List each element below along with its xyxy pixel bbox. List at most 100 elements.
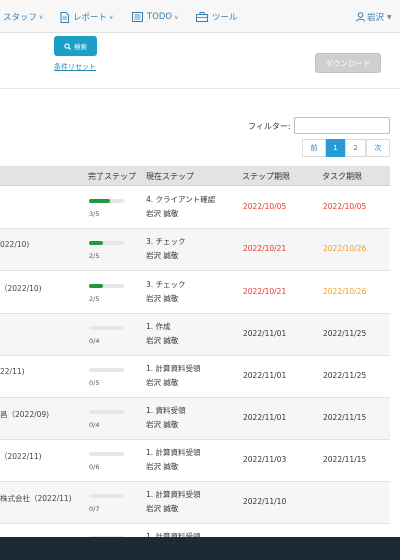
current-step-name[interactable]: 1. 計算資料受領 (146, 363, 201, 374)
header-done-steps[interactable]: 完了ステップ (88, 171, 136, 182)
assignee-name: 岩沢 誠敬 (146, 294, 179, 303)
step-progress-count: 0/7 (89, 505, 100, 513)
assignee-name: 岩沢 誠敬 (146, 462, 179, 471)
step-progress-bar (89, 284, 124, 288)
task-due-date: 2022/10/05 (323, 202, 367, 211)
task-due-date: 2022/10/26 (323, 287, 367, 296)
table-row[interactable]: 022/10) 2/5 3. チェック 岩沢 誠敬 2022/10/21 2022/10/… (0, 229, 390, 271)
client-name[interactable]: （2022/11) (0, 451, 42, 462)
current-step-name[interactable]: 1. 作成 (146, 321, 171, 332)
step-progress-fill (89, 284, 103, 288)
reset-conditions-link[interactable]: 条件リセット (54, 62, 96, 72)
current-step-name[interactable]: 1. 資料受領 (146, 405, 186, 416)
table-row[interactable]: 昌（2022/09) 0/4 1. 資料受領 岩沢 誠敬 2022/11/01 2022/… (0, 398, 390, 440)
nav-staff-label: スタッフ (3, 13, 38, 23)
nav-report-menu[interactable]: レポート ∨ (60, 10, 113, 24)
step-progress-bar (89, 199, 124, 203)
pagination-prev[interactable]: 前 (302, 139, 326, 157)
filter-input[interactable] (294, 117, 390, 134)
table-row[interactable]: （2022/10) 2/5 3. チェック 岩沢 誠敬 2022/10/21 2022/1… (0, 272, 390, 314)
search-button[interactable]: 検索 (54, 36, 97, 56)
task-due-date: 2022/11/15 (323, 455, 367, 464)
client-name[interactable]: 22/11) (0, 367, 25, 376)
client-name[interactable]: 株式会社（2022/11) (0, 493, 72, 504)
current-step-name[interactable]: 1. 計算資料受領 (146, 489, 201, 500)
table-row[interactable]: 22/11) 0/5 1. 計算資料受領 岩沢 誠敬 2022/11/01 2022/11… (0, 356, 390, 398)
step-due-date: 2022/11/01 (243, 413, 287, 422)
nav-report-label: レポート (73, 13, 108, 23)
task-due-date: 2022/10/26 (323, 244, 367, 253)
assignee-name: 岩沢 誠敬 (146, 504, 179, 513)
chevron-down-icon: ∨ (174, 13, 179, 21)
step-progress-bar (89, 452, 124, 456)
step-progress-bar (89, 410, 124, 414)
briefcase-icon (196, 12, 208, 22)
document-icon (60, 11, 69, 23)
filter-label: フィルター: (248, 122, 291, 131)
pagination-page-1[interactable]: 1 (326, 139, 345, 157)
pagination-next[interactable]: 次 (366, 139, 390, 157)
step-progress-count: 0/4 (89, 337, 100, 345)
step-progress-count: 0/4 (89, 421, 100, 429)
step-progress-count: 2/5 (89, 295, 100, 303)
task-due-date: 2022/11/15 (323, 413, 367, 422)
step-due-date: 2022/11/01 (243, 329, 287, 338)
assignee-name: 岩沢 誠敬 (146, 378, 179, 387)
pagination-page-2[interactable]: 2 (345, 139, 366, 157)
table-row[interactable]: 0/4 1. 作成岩沢 誠敬 2022/11/01 2022/11/25 (0, 314, 390, 356)
step-due-date: 2022/11/01 (243, 371, 287, 380)
header-current-step[interactable]: 現在ステップ (146, 171, 194, 182)
current-step-name[interactable]: 4. クライアント確認 (146, 194, 215, 205)
search-button-label: 検索 (74, 43, 87, 51)
step-progress-bar (89, 368, 124, 372)
checklist-icon (132, 12, 143, 22)
search-icon (64, 42, 71, 50)
step-due-date: 2022/10/21 (243, 287, 287, 296)
table-row[interactable]: 3/5 4. クライアント確認 岩沢 誠敬 2022/10/05 2022/10/05 (0, 187, 390, 229)
client-name[interactable]: 昌（2022/09) (0, 409, 49, 420)
client-name[interactable]: （2022/10) (0, 283, 42, 294)
client-name[interactable]: 022/10) (0, 240, 29, 249)
table-row[interactable]: 株式会社（2022/11) 0/7 1. 計算資料受領 岩沢 誠敬 2022/11/10 (0, 482, 390, 524)
step-progress-fill (89, 241, 103, 245)
step-due-date: 2022/11/03 (243, 455, 287, 464)
step-progress-count: 0/5 (89, 379, 100, 387)
assignee-name: 岩沢 誠敬 (146, 209, 179, 218)
current-step-name[interactable]: 1. 計算資料受領 (146, 447, 201, 458)
task-due-date: 2022/11/25 (323, 371, 367, 380)
nav-staff-menu[interactable]: スタッフ ∨ (2, 10, 43, 24)
step-due-date: 2022/10/05 (243, 202, 287, 211)
step-progress-fill (89, 199, 110, 203)
caret-down-icon: ▼ (387, 13, 392, 21)
user-menu[interactable]: 岩沢 ▼ (356, 10, 392, 24)
search-panel: 検索 条件リセット ダウンロード (0, 33, 400, 89)
current-step-name[interactable]: 3. チェック (146, 236, 186, 247)
step-progress-bar (89, 494, 124, 498)
nav-todo-label: TODO (147, 12, 173, 22)
download-button[interactable]: ダウンロード (315, 53, 381, 73)
assignee-name: 岩沢 誠敬 (146, 251, 179, 260)
task-due-date: 2022/11/25 (323, 329, 367, 338)
nav-tools-label: ツール (212, 13, 238, 23)
table-header: 完了ステップ 現在ステップ ステップ期限 タスク期限 (0, 166, 390, 186)
top-navbar: スタッフ ∨ レポート ∨ TODO ∨ ツール 岩沢 ▼ (0, 0, 400, 33)
chevron-down-icon: ∨ (109, 13, 114, 21)
bottom-bar (0, 537, 400, 560)
nav-todo-menu[interactable]: TODO ∨ (132, 10, 179, 24)
table-row[interactable]: （2022/11) 0/6 1. 計算資料受領 岩沢 誠敬 2022/11/03 2022… (0, 440, 390, 482)
assignee-name: 岩沢 誠敬 (146, 336, 179, 345)
nav-tools-menu[interactable]: ツール (196, 10, 238, 24)
current-step-name[interactable]: 3. チェック (146, 279, 186, 290)
step-progress-bar (89, 326, 124, 330)
header-task-due[interactable]: タスク期限 (322, 171, 362, 182)
assignee-name: 岩沢 誠敬 (146, 420, 179, 429)
chevron-down-icon: ∨ (39, 13, 44, 21)
user-icon (356, 12, 365, 22)
step-progress-count: 3/5 (89, 210, 100, 218)
user-name: 岩沢 (367, 13, 385, 23)
step-progress-count: 2/5 (89, 252, 100, 260)
step-progress-bar (89, 241, 124, 245)
step-progress-count: 0/6 (89, 463, 100, 471)
header-step-due[interactable]: ステップ期限 (242, 171, 290, 182)
step-due-date: 2022/10/21 (243, 244, 287, 253)
